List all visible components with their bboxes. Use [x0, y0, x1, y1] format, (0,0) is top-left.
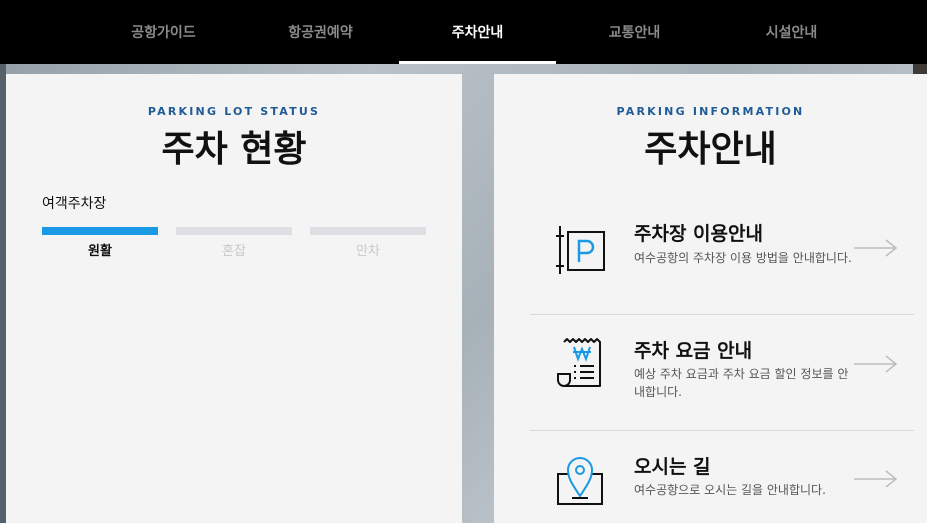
divider [530, 430, 914, 431]
info-item-title: 주차장 이용안내 [634, 223, 763, 245]
arrow-right-icon [854, 239, 898, 257]
info-eyebrow: PARKING INFORMATION [616, 105, 805, 118]
arrow-right-icon [854, 470, 898, 488]
nav-parking-info[interactable]: 주차안내 [399, 0, 556, 64]
nav-ticket-booking[interactable]: 항공권예약 [242, 0, 399, 64]
top-navigation: 공항가이드 항공권예약 주차안내 교통안내 시설안내 [0, 0, 927, 64]
info-item-parking-fee[interactable]: 주차 요금 안내 예상 주차 요금과 주차 요금 할인 정보를 안내합니다. [530, 314, 914, 430]
arrow-right-icon [854, 355, 898, 373]
status-eyebrow: PARKING LOT STATUS [147, 105, 321, 118]
info-item-desc: 여수공항의 주차장 이용 방법을 안내합니다. [634, 251, 852, 265]
parking-info-panel: PARKING INFORMATION 주차안내 주차장 이용안내 여수공항의 … [494, 74, 927, 523]
info-item-title: 주차 요금 안내 [634, 340, 753, 362]
status-label-busy: 혼잡 [222, 244, 246, 259]
status-title: 주차 현황 [161, 129, 307, 170]
status-label-smooth: 원활 [88, 244, 112, 259]
info-item-desc: 예상 주차 요금과 주차 요금 할인 정보를 안내합니다. [634, 367, 849, 399]
map-pin-icon [557, 457, 603, 505]
status-label-full: 만차 [356, 244, 380, 259]
status-bar-full [310, 227, 426, 235]
receipt-won-icon [557, 338, 601, 387]
info-item-title: 오시는 길 [634, 456, 711, 478]
info-title: 주차안내 [644, 129, 777, 170]
nav-facility-info[interactable]: 시설안내 [713, 0, 870, 64]
info-item-parking-usage[interactable]: 주차장 이용안내 여수공항의 주차장 이용 방법을 안내합니다. [530, 199, 914, 315]
lot-name: 여객주차장 [42, 196, 107, 212]
status-bar-smooth [42, 227, 158, 235]
info-item-desc: 여수공항으로 오시는 길을 안내합니다. [634, 483, 826, 497]
info-item-directions[interactable]: 오시는 길 여수공항으로 오시는 길을 안내합니다. [530, 430, 914, 523]
divider [530, 314, 914, 315]
status-bar-busy [176, 227, 292, 235]
parking-status-panel: PARKING LOT STATUS 주차 현황 여객주차장 원활 혼잡 만차 [6, 74, 462, 523]
nav-airport-guide[interactable]: 공항가이드 [85, 0, 242, 64]
nav-transport-info[interactable]: 교통안내 [556, 0, 713, 64]
parking-sign-icon [556, 226, 605, 274]
